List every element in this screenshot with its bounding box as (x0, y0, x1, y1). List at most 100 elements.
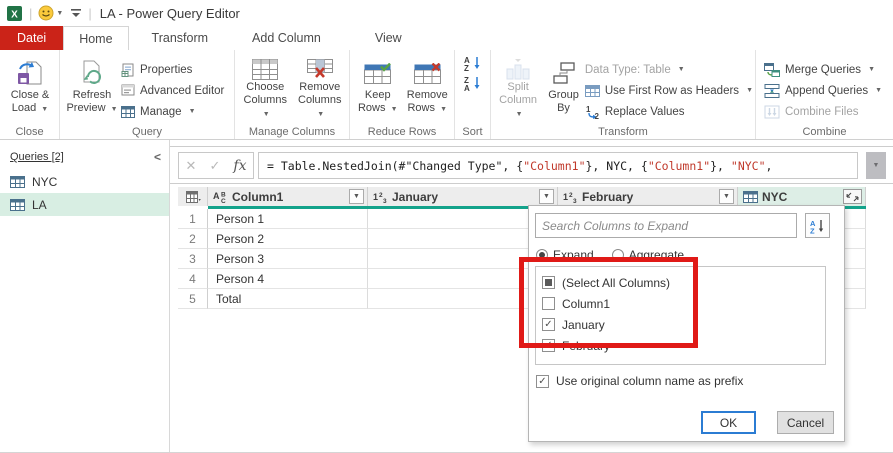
group-label-query: Query (60, 126, 234, 138)
ribbon-group-transform: Split Column ▼ Group By Data Type: Table… (491, 50, 756, 139)
expand-formula-bar-button[interactable]: ▼ (866, 152, 886, 179)
column-header-january[interactable]: 123 January ▼ (368, 187, 558, 206)
sort-descending-button[interactable]: ZA (463, 75, 483, 91)
formula-segment: , (766, 159, 773, 173)
radio-unselected-icon (612, 249, 624, 261)
combine-files-button[interactable]: Combine Files (764, 102, 882, 121)
collapse-panel-button[interactable]: < (154, 150, 161, 164)
columns-checkbox-list: (Select All Columns) Column1 ✓ January ✓… (535, 266, 826, 365)
queries-panel: Queries [2] < NYC LA (0, 140, 170, 453)
svg-text:X: X (11, 9, 18, 20)
radio-selected-icon (536, 249, 548, 261)
quick-access-toolbar-options-button[interactable] (70, 9, 82, 18)
remove-columns-button[interactable]: Remove Columns ▼ (293, 55, 348, 121)
tab-home[interactable]: Home (63, 26, 128, 50)
chevron-down-icon: ▼ (746, 87, 753, 94)
append-queries-button[interactable]: Append Queries ▼ (764, 81, 882, 100)
query-item-nyc[interactable]: NYC (0, 170, 169, 193)
close-and-load-button[interactable]: Close & Load ▼ (3, 55, 57, 121)
ribbon-tab-row: Datei Home Transform Add Column View (0, 26, 893, 50)
ribbon-group-sort: AZ ZA Sort (455, 50, 491, 139)
choose-columns-button[interactable]: Choose Columns ▼ (238, 55, 293, 121)
filter-dropdown-button[interactable]: ▼ (719, 189, 734, 204)
cell-column1[interactable]: Person 4 (208, 269, 368, 289)
svg-text:Z: Z (464, 64, 469, 71)
ribbon-group-close: Close & Load ▼ Close (0, 50, 60, 139)
svg-text:1: 1 (563, 192, 568, 202)
formula-segment: = Table.NestedJoin(#"Changed Type", { (267, 159, 523, 173)
tab-view[interactable]: View (360, 26, 417, 50)
cancel-formula-icon[interactable]: ✕ (186, 158, 197, 174)
replace-values-icon: 12 (585, 104, 600, 119)
row-number[interactable]: 1 (178, 209, 208, 229)
cell-column1[interactable]: Total (208, 289, 368, 309)
expand-mode-radios: Expand Aggregate (536, 248, 684, 262)
filter-dropdown-button[interactable]: ▼ (349, 189, 364, 204)
use-prefix-checkbox[interactable]: ✓ Use original column name as prefix (536, 374, 743, 388)
first-row-headers-icon (585, 85, 600, 97)
sort-columns-button[interactable]: AZ (805, 213, 830, 238)
group-label-sort: Sort (455, 126, 490, 138)
formula-bar: ✕ ✓ fx = Table.NestedJoin(#"Changed Type… (170, 146, 893, 184)
checkbox-select-all[interactable]: (Select All Columns) (542, 272, 825, 293)
formula-segment: "NYC" (731, 159, 766, 173)
power-query-editor-window: X | ▼ | LA - Power Query Editor Datei Ho… (0, 0, 893, 453)
keep-rows-button[interactable]: Keep Rows ▼ (353, 55, 403, 121)
column-header-column1[interactable]: ABC Column1 ▼ (208, 187, 368, 206)
sort-ascending-button[interactable]: AZ (463, 55, 483, 71)
cell-column1[interactable]: Person 1 (208, 209, 368, 229)
row-number[interactable]: 2 (178, 229, 208, 249)
column-header-nyc[interactable]: NYC (738, 187, 866, 206)
group-by-button[interactable]: Group By (542, 55, 585, 121)
radio-expand[interactable]: Expand (536, 248, 594, 262)
refresh-preview-button[interactable]: Refresh Preview ▼ (63, 55, 121, 121)
number-type-icon: 123 (373, 190, 388, 203)
radio-aggregate[interactable]: Aggregate (612, 248, 684, 262)
cell-column1[interactable]: Person 3 (208, 249, 368, 269)
search-columns-input[interactable] (535, 213, 797, 238)
divider: | (29, 6, 32, 21)
expand-column-button[interactable] (843, 189, 862, 204)
tab-file[interactable]: Datei (0, 26, 63, 50)
data-type-button[interactable]: Data Type: Table ▼ (585, 60, 753, 79)
use-first-row-as-headers-button[interactable]: Use First Row as Headers ▼ (585, 81, 753, 100)
query-small-buttons: Properties Advanced Editor Manage ▼ (121, 55, 224, 121)
row-number[interactable]: 4 (178, 269, 208, 289)
chevron-down-icon: ▼ (189, 108, 196, 115)
column-header-february[interactable]: 123 February ▼ (558, 187, 738, 206)
group-label-combine: Combine (756, 126, 893, 138)
row-number[interactable]: 5 (178, 289, 208, 309)
tab-add-column[interactable]: Add Column (237, 26, 336, 50)
group-by-icon (552, 57, 576, 89)
row-number[interactable]: 3 (178, 249, 208, 269)
filter-dropdown-button[interactable]: ▼ (539, 189, 554, 204)
formula-input[interactable]: = Table.NestedJoin(#"Changed Type", {"Co… (258, 152, 858, 179)
cell-column1[interactable]: Person 2 (208, 229, 368, 249)
checkbox-january[interactable]: ✓ January (542, 314, 825, 335)
ok-button[interactable]: OK (701, 411, 756, 434)
ribbon-group-query: Refresh Preview ▼ Properties Advanced Ed… (60, 50, 235, 139)
query-item-la[interactable]: LA (0, 193, 169, 216)
replace-values-button[interactable]: 12 Replace Values (585, 102, 753, 121)
chevron-down-icon: ▼ (391, 106, 398, 113)
remove-rows-button[interactable]: Remove Rows ▼ (403, 55, 453, 121)
keep-rows-icon (364, 57, 391, 89)
table-menu-button[interactable] (178, 187, 208, 206)
merge-queries-icon (764, 63, 780, 77)
properties-icon (121, 63, 135, 77)
query-table-icon (10, 176, 25, 188)
checkbox-february[interactable]: ✓ February (542, 335, 825, 356)
confirm-formula-icon[interactable]: ✓ (209, 158, 220, 174)
advanced-editor-button[interactable]: Advanced Editor (121, 81, 224, 100)
manage-button[interactable]: Manage ▼ (121, 102, 224, 121)
split-column-button[interactable]: Split Column ▼ (494, 55, 542, 121)
merge-queries-button[interactable]: Merge Queries ▼ (764, 60, 882, 79)
cancel-button[interactable]: Cancel (777, 411, 834, 434)
checkbox-column1[interactable]: Column1 (542, 293, 825, 314)
tab-transform[interactable]: Transform (137, 26, 224, 50)
chevron-down-icon: ▼ (440, 106, 447, 113)
choose-columns-icon (252, 57, 278, 81)
svg-text:3: 3 (383, 198, 387, 203)
smiley-feedback-button[interactable]: ▼ (38, 5, 63, 21)
properties-button[interactable]: Properties (121, 60, 224, 79)
